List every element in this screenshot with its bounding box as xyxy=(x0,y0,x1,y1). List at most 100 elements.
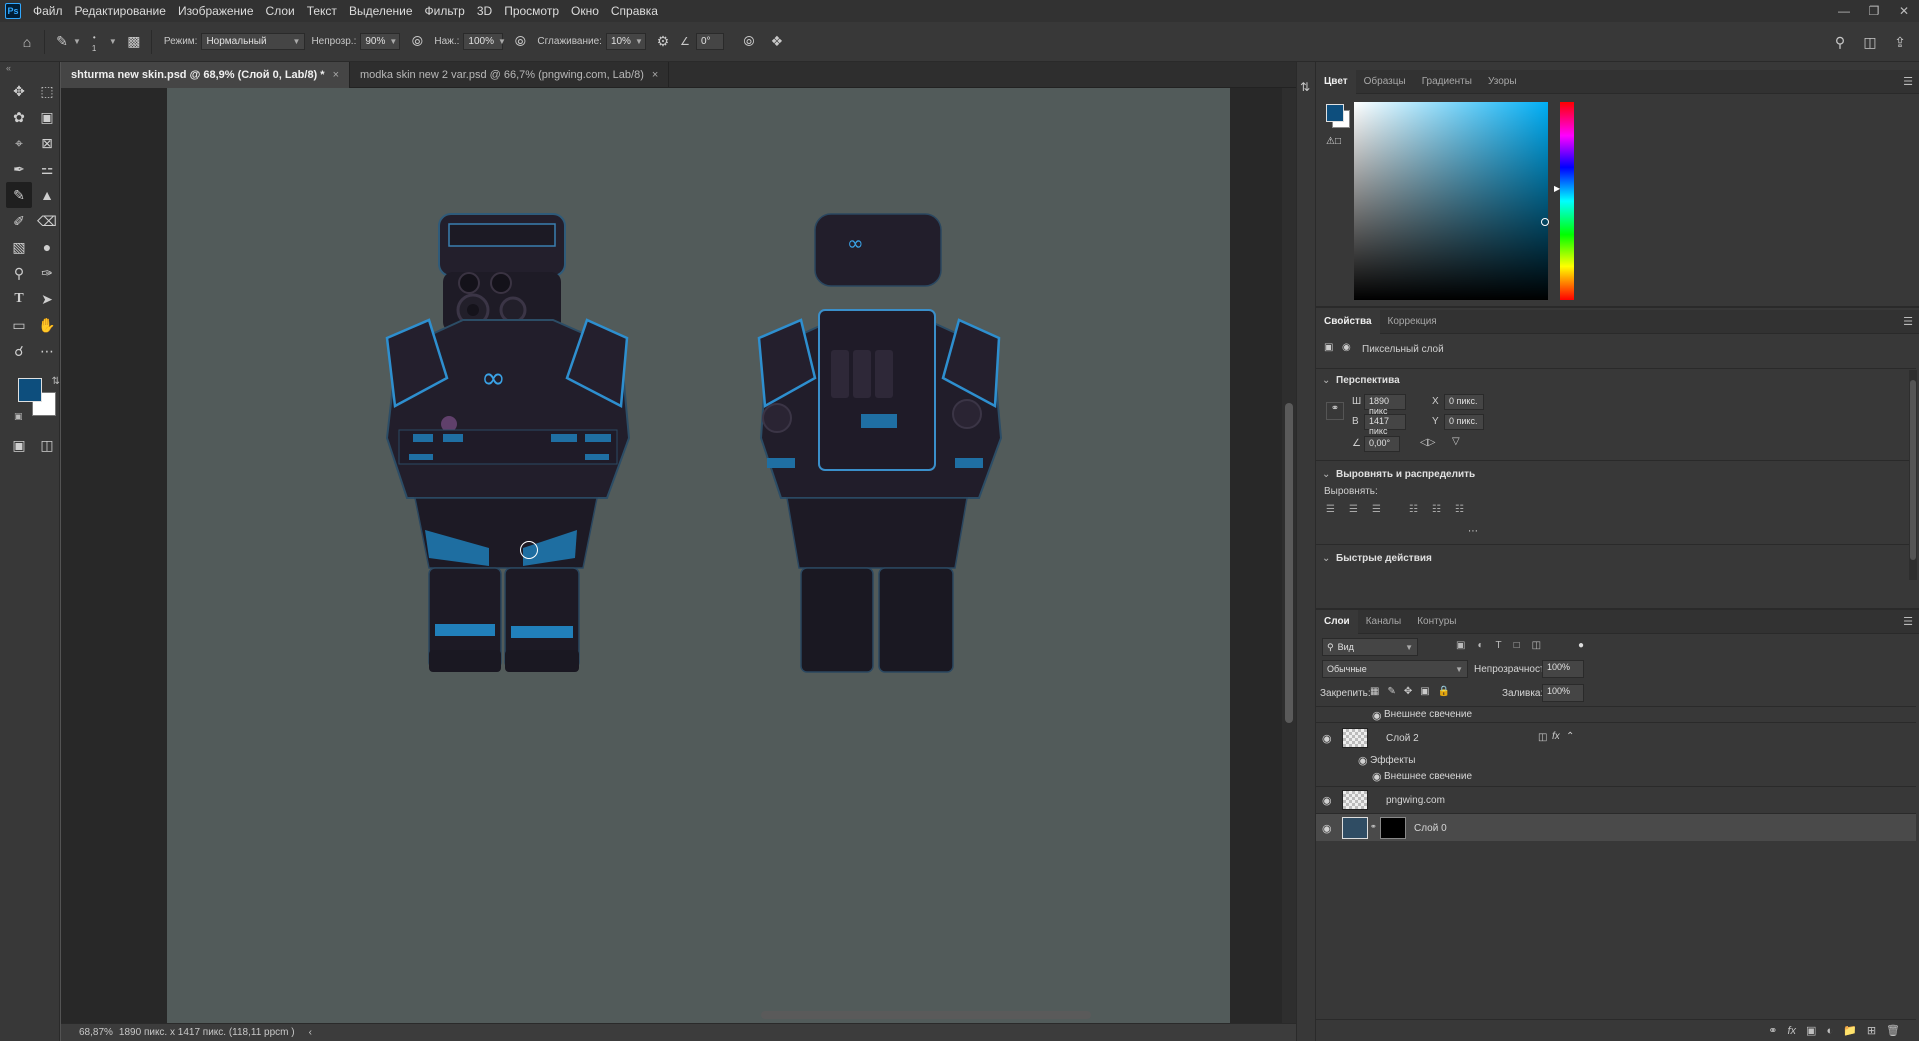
align-middle-icon[interactable]: ☷ xyxy=(1432,504,1441,515)
fill-input[interactable]: 100% xyxy=(1542,684,1584,702)
tab-adjustments[interactable]: Коррекция xyxy=(1380,310,1445,334)
color-field[interactable] xyxy=(1354,102,1549,300)
align-bottom-icon[interactable]: ☷ xyxy=(1455,504,1464,515)
new-layer-icon[interactable]: ⊞ xyxy=(1867,1024,1876,1037)
eraser-tool-icon[interactable]: ⌫ xyxy=(34,208,60,234)
chevron-down-icon[interactable]: ▼ xyxy=(109,37,117,46)
horizontal-scrollbar[interactable] xyxy=(761,1011,1091,1019)
eye-icon[interactable]: ◉ xyxy=(1372,709,1382,722)
flip-horizontal-icon[interactable]: ◁▷ xyxy=(1420,437,1435,448)
close-icon[interactable]: × xyxy=(333,69,339,81)
perspective-section[interactable]: ⌄ Перспектива xyxy=(1316,368,1916,386)
eye-icon[interactable]: ◉ xyxy=(1322,794,1332,807)
document-canvas[interactable]: ∞ ∞ xyxy=(167,88,1230,1023)
fx-icon[interactable]: fx xyxy=(1787,1025,1796,1037)
brush-size-picker[interactable]: • 1 xyxy=(81,27,109,57)
quick-mask-icon[interactable]: ▣ xyxy=(6,432,32,458)
menu-3d[interactable]: 3D xyxy=(471,0,498,22)
tab-patterns[interactable]: Узоры xyxy=(1480,70,1525,94)
fx-icon[interactable]: fx xyxy=(1552,731,1560,742)
align-center-icon[interactable]: ☰ xyxy=(1349,504,1358,515)
eye-icon[interactable]: ◉ xyxy=(1358,754,1368,767)
filter-smart-object-icon[interactable]: ◫ xyxy=(1532,640,1541,651)
tab-properties[interactable]: Свойства xyxy=(1316,309,1380,334)
angle-input[interactable]: 0° xyxy=(695,33,724,50)
flip-vertical-icon[interactable]: ▽ xyxy=(1452,436,1460,447)
panel-menu-icon[interactable]: ☰ xyxy=(1903,75,1913,88)
dodge-tool-icon[interactable]: ⚲ xyxy=(6,260,32,286)
type-tool-icon[interactable]: T xyxy=(6,286,32,312)
align-top-icon[interactable]: ☷ xyxy=(1409,504,1418,515)
more-options-icon[interactable]: ⋯ xyxy=(1468,526,1478,537)
zoom-level[interactable]: 68,87% xyxy=(79,1027,113,1038)
properties-scrollbar[interactable] xyxy=(1909,370,1917,580)
lasso-tool-icon[interactable]: ✿ xyxy=(6,104,32,130)
lock-transparent-icon[interactable]: ▦ xyxy=(1370,686,1379,697)
filter-type-icon[interactable]: T xyxy=(1496,640,1502,651)
tab-gradients[interactable]: Градиенты xyxy=(1414,70,1480,94)
eye-icon[interactable]: ◉ xyxy=(1322,822,1332,835)
restore-icon[interactable]: ❐ xyxy=(1859,0,1889,22)
path-select-tool-icon[interactable]: ➤ xyxy=(34,286,60,312)
blur-tool-icon[interactable]: ● xyxy=(34,234,60,260)
brush-tool-icon[interactable]: ✎ xyxy=(6,182,32,208)
history-brush-tool-icon[interactable]: ✐ xyxy=(6,208,32,234)
color-picker-marker[interactable] xyxy=(1541,218,1549,226)
link-icon[interactable]: ⚭ xyxy=(1370,822,1377,831)
add-mask-icon[interactable]: ▣ xyxy=(1806,1024,1816,1037)
hand-tool-icon[interactable]: ✋ xyxy=(34,312,60,338)
collapse-icon[interactable]: « xyxy=(0,62,59,74)
height-input[interactable]: 1417 пикс xyxy=(1364,414,1406,436)
link-layers-icon[interactable]: ⚭ xyxy=(1768,1024,1777,1037)
quick-actions-section[interactable]: ⌄ Быстрые действия xyxy=(1316,544,1916,564)
pen-tool-icon[interactable]: ✑ xyxy=(34,260,60,286)
width-input[interactable]: 1890 пикс xyxy=(1364,394,1406,416)
layer-row-selected[interactable]: ◉ ⚭ Слой 0 xyxy=(1316,813,1916,841)
eyedropper-tool-icon[interactable]: ✒ xyxy=(6,156,32,182)
symmetry-icon[interactable]: ❖ xyxy=(766,31,788,53)
pressure-input[interactable]: 100% ▼ xyxy=(463,33,506,50)
menu-select[interactable]: Выделение xyxy=(343,0,419,22)
gamut-warning-icon[interactable]: ⚠□ xyxy=(1326,136,1341,147)
more-tools-icon[interactable]: ⋯ xyxy=(34,338,60,364)
opacity-input[interactable]: 90% ▼ xyxy=(360,33,401,50)
eye-icon[interactable]: ◉ xyxy=(1322,732,1332,745)
new-group-icon[interactable]: 📁 xyxy=(1843,1024,1857,1037)
move-tool-icon[interactable]: ✥ xyxy=(6,78,32,104)
filter-pixel-icon[interactable]: ▣ xyxy=(1456,640,1465,651)
mode-select[interactable]: Нормальный ▼ xyxy=(201,33,306,50)
foreground-color-chip[interactable] xyxy=(1326,104,1344,122)
menu-filter[interactable]: Фильтр xyxy=(419,0,471,22)
screen-mode-icon[interactable]: ◫ xyxy=(34,432,60,458)
layer-row[interactable]: ◉ Слой 2 ◫ fx ⌃ xyxy=(1316,722,1916,752)
effect-row[interactable]: ◉ Внешнее свечение xyxy=(1316,770,1916,784)
align-right-icon[interactable]: ☰ xyxy=(1372,504,1381,515)
workspace-icon[interactable]: ◫ xyxy=(1859,31,1881,53)
chevron-right-icon[interactable]: ‹ xyxy=(309,1027,312,1038)
scroll-thumb[interactable] xyxy=(1910,380,1916,560)
layer-row[interactable]: ◉ pngwing.com xyxy=(1316,786,1916,812)
blend-mode-select[interactable]: Обычные ▼ xyxy=(1322,660,1468,678)
gear-icon[interactable]: ⚙ xyxy=(652,31,674,53)
menu-edit[interactable]: Редактирование xyxy=(69,0,172,22)
minimize-icon[interactable]: — xyxy=(1829,0,1859,22)
pressure-size-icon[interactable]: ⦾ xyxy=(738,31,760,53)
tab-channels[interactable]: Каналы xyxy=(1358,610,1410,634)
layer-mask-thumbnail[interactable] xyxy=(1380,817,1406,839)
eye-icon[interactable]: ◉ xyxy=(1372,770,1382,783)
search-icon[interactable]: ⚲ xyxy=(1829,31,1851,53)
panel-menu-icon[interactable]: ☰ xyxy=(1903,315,1913,328)
pressure-opacity-icon[interactable]: ⦾ xyxy=(406,31,428,53)
home-icon[interactable]: ⌂ xyxy=(16,31,38,53)
close-icon[interactable]: ✕ xyxy=(1889,0,1919,22)
smoothing-input[interactable]: 10% ▼ xyxy=(605,33,646,50)
tab-swatches[interactable]: Образцы xyxy=(1356,70,1414,94)
crop-tool-icon[interactable]: ⌖ xyxy=(6,130,32,156)
menu-type[interactable]: Текст xyxy=(301,0,343,22)
menu-image[interactable]: Изображение xyxy=(172,0,260,22)
chevron-down-icon[interactable]: ▼ xyxy=(73,37,81,46)
align-section[interactable]: ⌄ Выровнять и распределить xyxy=(1316,460,1916,480)
zoom-tool-icon[interactable]: ☌ xyxy=(6,338,32,364)
menu-file[interactable]: Файл xyxy=(27,0,69,22)
effect-row[interactable]: ◉ Внешнее свечение xyxy=(1316,706,1916,722)
